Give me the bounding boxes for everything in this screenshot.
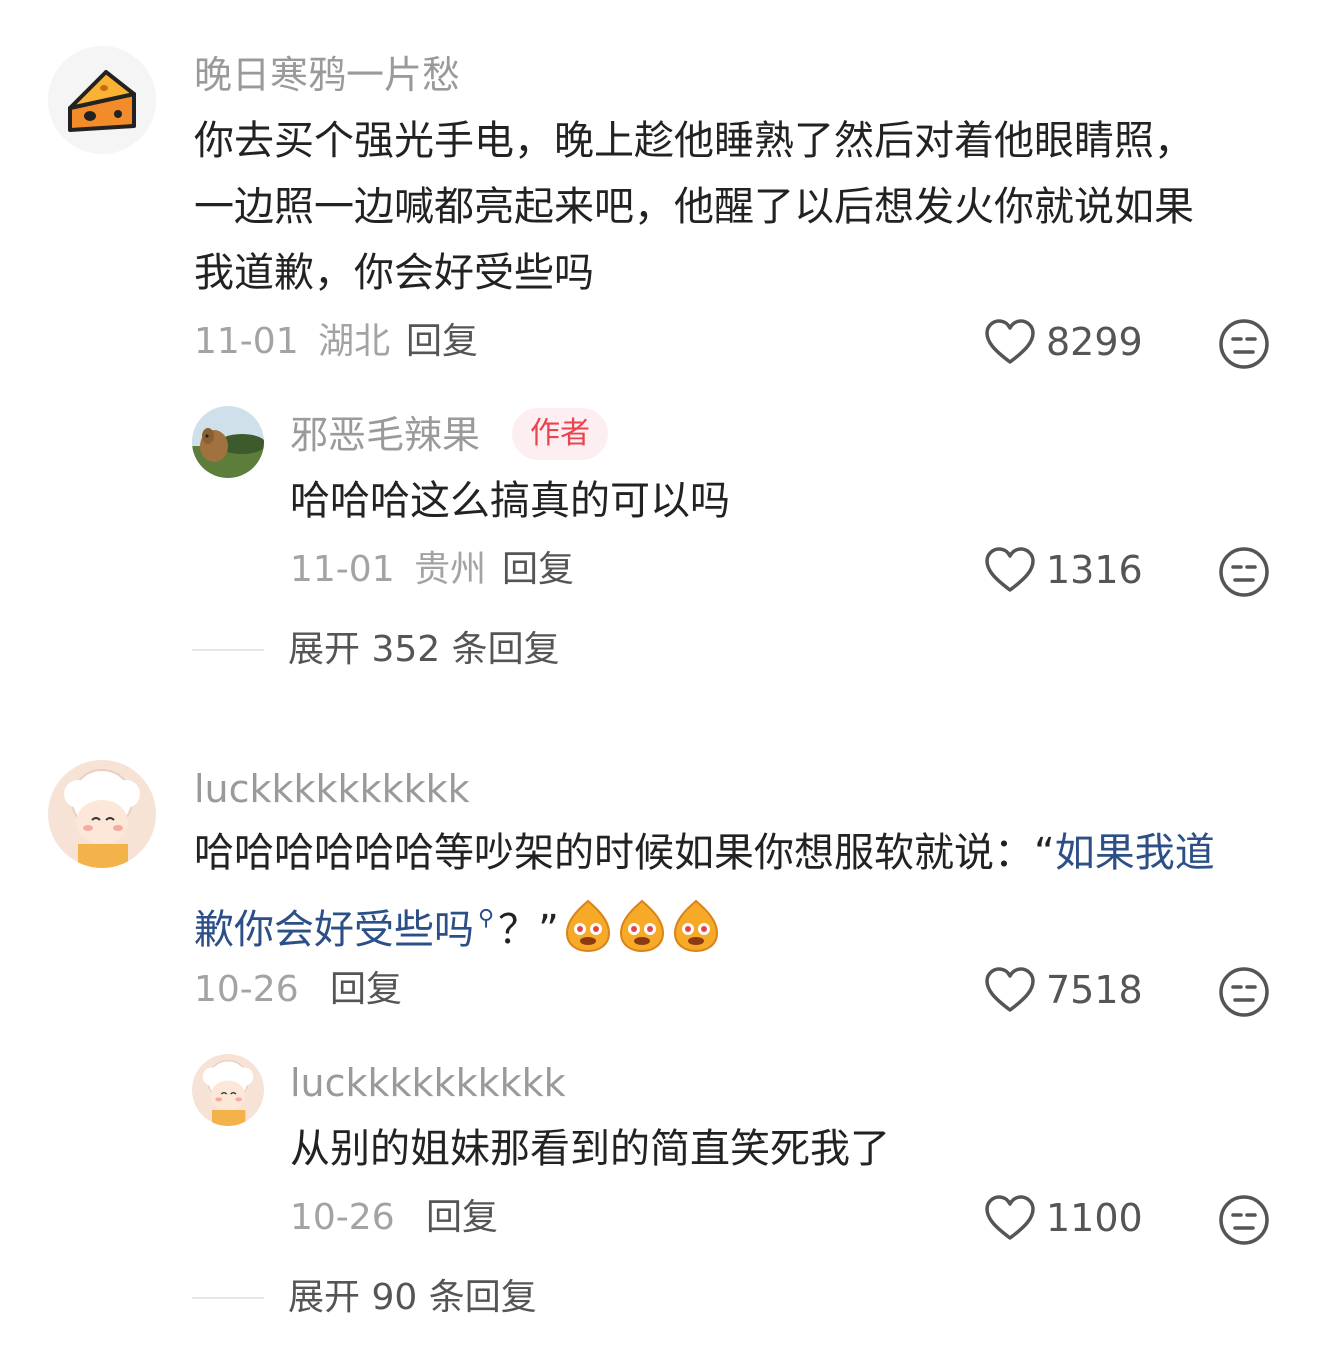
search-link-text[interactable]: 歉你会好受些吗 (194, 907, 474, 953)
dislike-button[interactable] (1218, 546, 1270, 598)
reply-button[interactable]: 回复 (406, 324, 478, 360)
reply-date-value: 11-01 (290, 549, 395, 590)
heart-icon (985, 1195, 1035, 1240)
comment-text-line: 你去买个强光手电，晚上趁他睡熟了然后对着他眼睛照， (194, 118, 1194, 164)
comment-text: 你去买个强光手电，晚上趁他睡熟了然后对着他眼睛照， 一边照一边喊都亮起来吧，他醒… (194, 108, 1274, 306)
reply-date: 11-01 贵州 (290, 552, 486, 588)
meh-face-icon (1219, 547, 1269, 597)
camel-landscape-avatar (192, 406, 264, 478)
divider-line (192, 649, 264, 651)
comment-location: 湖北 (318, 321, 391, 362)
like-button[interactable]: 8299 (984, 318, 1143, 366)
dislike-button[interactable] (1218, 318, 1270, 370)
comment-date: 10-26 (194, 969, 299, 1010)
meh-face-icon (1219, 967, 1269, 1017)
avatar[interactable] (48, 46, 156, 154)
comment-date: 11-01 湖北 (194, 324, 390, 360)
cheese-icon (48, 46, 156, 154)
reply-text: 哈哈哈这么搞真的可以吗 (290, 478, 730, 524)
expand-replies-label: 展开 90 条回复 (288, 1277, 537, 1318)
sheep-cartoon-avatar (192, 1054, 264, 1126)
meh-face-icon (1219, 1195, 1269, 1245)
sheep-cartoon-avatar (48, 760, 156, 868)
like-button[interactable]: 1316 (984, 546, 1143, 594)
expand-replies-button[interactable]: 展开 352 条回复 (192, 632, 560, 668)
heart-icon (985, 967, 1035, 1012)
comment-text-plain: 哈哈哈哈哈哈等吵架的时候如果你想服软就说：“ (194, 830, 1055, 876)
search-link-text[interactable]: 如果我道 (1055, 830, 1215, 876)
author-badge: 作者 (512, 408, 608, 460)
comment-text-line: 哈哈哈哈哈哈等吵架的时候如果你想服软就说：“如果我道 (194, 820, 1294, 886)
dislike-button[interactable] (1218, 1194, 1270, 1246)
expand-replies-label: 展开 352 条回复 (288, 629, 560, 670)
reply-location: 贵州 (414, 549, 487, 590)
reply-avatar[interactable] (192, 406, 264, 478)
reply-button[interactable]: 回复 (330, 972, 402, 1008)
teary-face-emoji (565, 899, 610, 953)
teary-face-emoji (673, 899, 718, 953)
reply-button[interactable]: 回复 (502, 552, 574, 588)
comment-username[interactable]: 晚日寒鸦一片愁 (194, 56, 460, 94)
teary-face-emoji (619, 899, 664, 953)
heart-icon (985, 547, 1035, 592)
reply-username[interactable]: luckkkkkkkkkk (290, 1064, 566, 1102)
like-count: 7518 (1046, 968, 1143, 1012)
comment-text: 哈哈哈哈哈哈等吵架的时候如果你想服软就说：“如果我道 歉你会好受些吗 ⚲？” (194, 820, 1294, 963)
comment-text-plain: ？” (498, 907, 559, 953)
like-button[interactable]: 1100 (984, 1194, 1143, 1242)
expand-replies-button[interactable]: 展开 90 条回复 (192, 1280, 537, 1316)
reply-date: 10-26 (290, 1197, 395, 1238)
divider-line (192, 1297, 264, 1299)
reply-username[interactable]: 邪恶毛辣果 (290, 416, 480, 454)
reply-button[interactable]: 回复 (426, 1200, 498, 1236)
reply-avatar[interactable] (192, 1054, 264, 1126)
like-count: 1100 (1046, 1196, 1143, 1240)
dislike-button[interactable] (1218, 966, 1270, 1018)
heart-icon (985, 319, 1035, 364)
search-icon[interactable]: ⚲ (478, 906, 494, 931)
comment-text-line: 一边照一边喊都亮起来吧，他醒了以后想发火你就说如果 (194, 184, 1194, 230)
meh-face-icon (1219, 319, 1269, 369)
like-count: 1316 (1046, 548, 1143, 592)
avatar[interactable] (48, 760, 156, 868)
like-count: 8299 (1046, 320, 1143, 364)
comment-username[interactable]: luckkkkkkkkkk (194, 770, 470, 808)
like-button[interactable]: 7518 (984, 966, 1143, 1014)
reply-text: 从别的姐妹那看到的简直笑死我了 (290, 1126, 890, 1172)
comment-date-value: 11-01 (194, 321, 299, 362)
comment-text-line: 歉你会好受些吗 ⚲？” (194, 886, 1294, 963)
comment-text-line: 我道歉，你会好受些吗 (194, 250, 594, 296)
